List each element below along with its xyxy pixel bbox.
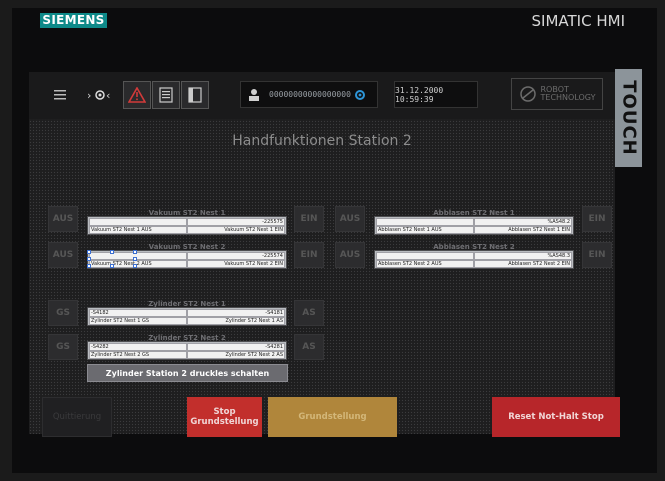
hamburger-icon[interactable] — [49, 81, 71, 109]
screen-icon[interactable] — [181, 81, 209, 109]
selection-handle[interactable] — [110, 264, 114, 268]
svg-text:‹: ‹ — [106, 89, 110, 102]
value-cell: %AS48.3 — [474, 252, 572, 260]
value-cell — [376, 252, 474, 260]
abblasen-nest2-ein-button[interactable]: EIN — [582, 242, 612, 268]
abblasen-nest2-aus-button[interactable]: AUS — [335, 242, 365, 268]
panel-body: %AS48.3 Abblasen ST2 Nest 2 AUS Abblasen … — [374, 250, 574, 269]
list-icon[interactable] — [152, 81, 180, 109]
value-cell — [376, 218, 474, 226]
top-bar: › ‹ 00000000000000000 31.12.2000 10:59:39 — [29, 72, 615, 119]
warning-icon[interactable] — [123, 81, 151, 109]
zylinder-nest2-gs-button[interactable]: GS — [48, 334, 78, 360]
value-cell: -225574 — [187, 252, 285, 260]
label-cell: Vakuum ST2 Nest 1 EIN — [187, 226, 285, 234]
panel-abblasen-nest1: Abblasen ST2 Nest 1 %AS48.2 Abblasen ST2… — [374, 209, 574, 236]
device-frame: SIEMENS SIMATIC HMI TOUCH › ‹ 0000000000… — [0, 0, 665, 481]
zylinder-nest1-gs-button[interactable]: GS — [48, 300, 78, 326]
value-cell: -S4281 — [187, 343, 285, 351]
zylinder-nest1-as-button[interactable]: AS — [294, 300, 324, 326]
panel-body: -S4282 -S4281 Zylinder ST2 Nest 2 GS Zylin… — [87, 341, 287, 360]
value-cell: %AS48.2 — [474, 218, 572, 226]
selection-handle[interactable] — [110, 250, 114, 254]
label-cell: Zylinder ST2 Nest 1 GS — [89, 317, 187, 325]
label-cell: Vakuum ST2 Nest 2 EIN — [187, 260, 285, 268]
selection-handle[interactable] — [87, 257, 91, 261]
vakuum-nest1-aus-button[interactable]: AUS — [48, 206, 78, 232]
logo-line2: TECHNOLOGY — [540, 93, 596, 102]
touch-label: TOUCH — [615, 69, 642, 167]
label-cell: Abblasen ST2 Nest 1 EIN — [474, 226, 572, 234]
panel-vakuum-nest1: Vakuum ST2 Nest 1 -225575 Vakuum ST2 Nes… — [87, 209, 287, 236]
selection-handle[interactable] — [87, 250, 91, 254]
vakuum-nest1-ein-button[interactable]: EIN — [294, 206, 324, 232]
value-cell — [89, 218, 187, 226]
panel-body: -225574 Vakuum ST2 Nest 2 AUS Vakuum ST2 … — [87, 250, 287, 269]
vakuum-nest2-ein-button[interactable]: EIN — [294, 242, 324, 268]
selection-handle[interactable] — [133, 257, 137, 261]
value-cell: -S4181 — [187, 309, 285, 317]
abblasen-nest1-ein-button[interactable]: EIN — [582, 206, 612, 232]
status-value: 00000000000000000 — [269, 90, 351, 99]
selection-handle[interactable] — [133, 250, 137, 254]
selection-handle[interactable] — [87, 264, 91, 268]
value-cell: -225575 — [187, 218, 285, 226]
panel-vakuum-nest2: Vakuum ST2 Nest 2 -225574 Vakuum ST2 Nes… — [87, 243, 287, 270]
stop-grundstellung-button[interactable]: Stop Grundstellung — [187, 397, 262, 437]
hmi-screen: › ‹ 00000000000000000 31.12.2000 10:59:39 — [29, 72, 620, 437]
panel-abblasen-nest2: Abblasen ST2 Nest 2 %AS48.3 Abblasen ST2… — [374, 243, 574, 270]
gearhead-icon[interactable]: › ‹ — [85, 81, 115, 109]
panel-body: -225575 Vakuum ST2 Nest 1 AUS Vakuum ST2 … — [87, 216, 287, 235]
robot-technology-logo: ROBOT TECHNOLOGY — [511, 78, 603, 110]
siemens-logo: SIEMENS — [40, 13, 107, 28]
product-name: SIMATIC HMI — [531, 12, 625, 30]
label-cell: Zylinder ST2 Nest 1 AS — [187, 317, 285, 325]
datetime-display: 31.12.2000 10:59:39 — [394, 81, 478, 108]
panel-zylinder-nest1: Zylinder ST2 Nest 1 -S4182 -S4181 Zylinde… — [87, 300, 287, 327]
value-cell: -S4182 — [89, 309, 187, 317]
label-cell: Abblasen ST2 Nest 1 AUS — [376, 226, 474, 234]
label-cell: Abblasen ST2 Nest 2 AUS — [376, 260, 474, 268]
label-cell: Vakuum ST2 Nest 2 AUS — [89, 260, 187, 268]
panel-zylinder-nest2: Zylinder ST2 Nest 2 -S4282 -S4281 Zylinde… — [87, 334, 287, 361]
selection-handle[interactable] — [133, 264, 137, 268]
zylinder-station2-druckles-button[interactable]: Zylinder Station 2 druckles schalten — [87, 364, 288, 382]
label-cell: Vakuum ST2 Nest 1 AUS — [89, 226, 187, 234]
abblasen-nest1-aus-button[interactable]: AUS — [335, 206, 365, 232]
panel-body: -S4182 -S4181 Zylinder ST2 Nest 1 GS Zylin… — [87, 307, 287, 326]
label-cell: Abblasen ST2 Nest 2 EIN — [474, 260, 572, 268]
reset-not-halt-stop-button[interactable]: Reset Not-Halt Stop — [492, 397, 620, 437]
value-cell — [89, 252, 187, 260]
user-status[interactable]: 00000000000000000 — [240, 81, 378, 108]
quittierung-button[interactable]: Quittierung — [42, 397, 112, 437]
label-cell: Zylinder ST2 Nest 2 GS — [89, 351, 187, 359]
vakuum-nest2-aus-button[interactable]: AUS — [48, 242, 78, 268]
user-icon — [249, 88, 259, 101]
value-cell: -S4282 — [89, 343, 187, 351]
gear-icon — [354, 89, 365, 100]
grundstellung-button[interactable]: Grundstellung — [268, 397, 397, 437]
page-title: Handfunktionen Station 2 — [232, 133, 412, 149]
zylinder-nest2-as-button[interactable]: AS — [294, 334, 324, 360]
panel-body: %AS48.2 Abblasen ST2 Nest 1 AUS Abblasen … — [374, 216, 574, 235]
label-cell: Zylinder ST2 Nest 2 AS — [187, 351, 285, 359]
svg-text:›: › — [87, 89, 91, 102]
